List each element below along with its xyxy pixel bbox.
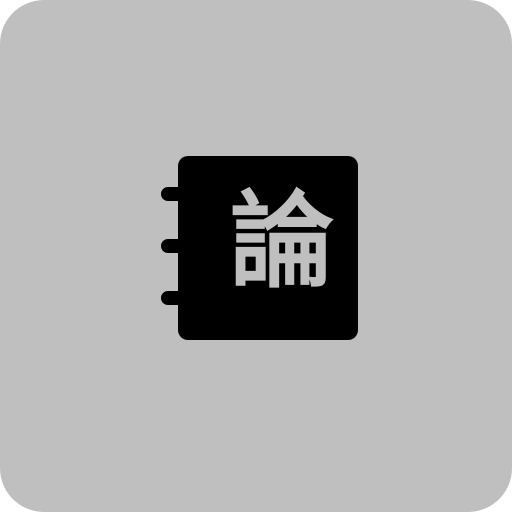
notebook-glyph: 論 bbox=[230, 179, 334, 302]
app-icon-tile[interactable]: 論 bbox=[0, 0, 512, 512]
notebook-icon: 論 bbox=[161, 156, 358, 340]
